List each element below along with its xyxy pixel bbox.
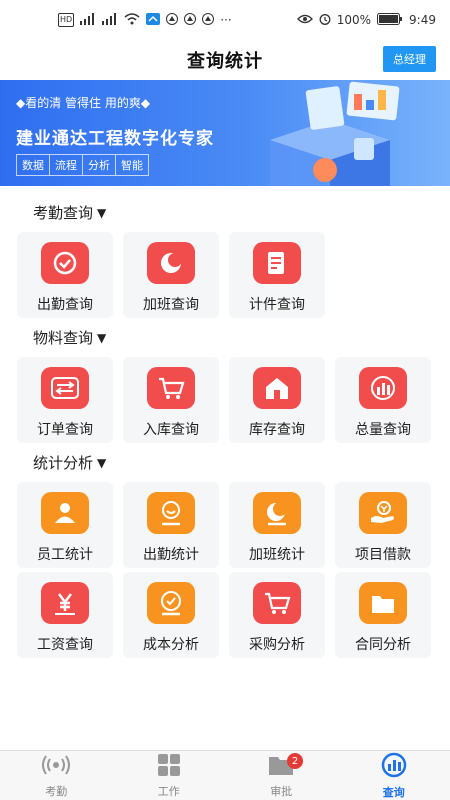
tile-label: 出勤统计 <box>143 547 199 563</box>
smile-person-icon <box>147 492 195 534</box>
app-notify-icon <box>202 13 215 27</box>
money-hand-icon <box>359 492 407 534</box>
tile-label: 加班统计 <box>249 547 305 563</box>
status-bar: HD ··· 100% 9:49 <box>0 0 450 40</box>
caret-down-icon: ▼ <box>97 330 107 345</box>
banner-tag: 分析 <box>83 155 116 175</box>
signal-4g-icon <box>102 13 118 27</box>
tab-label: 工作 <box>157 784 180 798</box>
check-circle-icon <box>147 582 195 624</box>
banner-headline: 建业通达工程数字化专家 <box>16 129 214 149</box>
section-attendance-title[interactable]: 考勤查询 ▼ <box>33 202 106 223</box>
app-header: 查询统计 总经理 <box>0 40 450 80</box>
section-stats-title[interactable]: 统计分析 ▼ <box>33 452 106 473</box>
cart-icon <box>147 367 195 409</box>
tile-inbound-query[interactable]: 入库查询 <box>123 357 219 443</box>
tab-work[interactable]: 工作 <box>113 751 226 800</box>
status-left: HD ··· <box>58 13 232 27</box>
tile-label: 出勤查询 <box>37 297 93 313</box>
banner-illustration <box>270 81 400 186</box>
bar-chart-icon <box>359 367 407 409</box>
warehouse-icon <box>253 367 301 409</box>
tile-label: 项目借款 <box>355 547 411 563</box>
section-title-text: 统计分析 <box>33 454 94 472</box>
broadcast-icon <box>42 753 71 781</box>
status-right: 100% 9:49 <box>296 13 436 27</box>
banner-tag: 流程 <box>50 155 83 175</box>
tile-label: 员工统计 <box>37 547 93 563</box>
bar-chart-circle-icon <box>380 752 408 782</box>
tile-label: 成本分析 <box>143 637 199 653</box>
tab-label: 考勤 <box>45 784 68 798</box>
battery-percent: 100% <box>336 13 372 27</box>
notification-badge: 2 <box>287 753 303 769</box>
alarm-icon <box>319 13 331 27</box>
tile-purchase-analysis[interactable]: 采购分析 <box>229 572 325 658</box>
banner-tag: 智能 <box>121 159 143 172</box>
tile-label: 计件查询 <box>249 297 305 313</box>
tile-attendance-stats[interactable]: 出勤统计 <box>123 482 219 568</box>
tile-label: 入库查询 <box>143 422 199 438</box>
check-circle-icon <box>41 242 89 284</box>
section-material-title[interactable]: 物料查询 ▼ <box>33 327 106 348</box>
tile-label: 库存查询 <box>249 422 305 438</box>
grid-icon <box>156 753 182 781</box>
hd-icon: HD <box>58 13 75 27</box>
tile-order-query[interactable]: 订单查询 <box>17 357 113 443</box>
tile-contract-analysis[interactable]: 合同分析 <box>335 572 431 658</box>
tile-piecework-query[interactable]: 计件查询 <box>229 232 325 318</box>
tab-label: 审批 <box>270 784 293 798</box>
tile-label: 总量查询 <box>355 422 411 438</box>
tile-label: 工资查询 <box>37 637 93 653</box>
section-title-text: 考勤查询 <box>33 204 94 222</box>
tile-label: 订单查询 <box>37 422 93 438</box>
app-notify-icon <box>166 13 179 27</box>
folder-icon <box>359 582 407 624</box>
tile-label: 合同分析 <box>355 637 411 653</box>
tab-approval[interactable]: 2 审批 <box>225 751 338 800</box>
moon-icon <box>253 492 301 534</box>
banner-slogan: ◆看的清 管得住 用的爽◆ <box>16 96 151 110</box>
tile-label: 采购分析 <box>249 637 305 653</box>
tile-overtime-query[interactable]: 加班查询 <box>123 232 219 318</box>
signal-5g-icon <box>80 13 96 27</box>
cart-icon <box>253 582 301 624</box>
caret-down-icon: ▼ <box>97 455 107 470</box>
more-icon: ··· <box>220 13 232 27</box>
document-edit-icon <box>253 242 301 284</box>
tab-query[interactable]: 查询 <box>338 751 450 800</box>
tile-cost-analysis[interactable]: 成本分析 <box>123 572 219 658</box>
tab-label: 查询 <box>382 785 405 799</box>
tile-employee-stats[interactable]: 员工统计 <box>17 482 113 568</box>
bottom-tab-bar: 考勤 工作 2 审批 查询 <box>0 750 450 800</box>
yen-icon <box>41 582 89 624</box>
section-title-text: 物料查询 <box>33 329 94 347</box>
battery-icon <box>377 13 403 27</box>
tile-attendance-query[interactable]: 出勤查询 <box>17 232 113 318</box>
wifi-icon <box>124 13 140 27</box>
clock: 9:49 <box>409 13 436 27</box>
tile-project-loan[interactable]: 项目借款 <box>335 482 431 568</box>
app-notify-icon <box>146 13 161 27</box>
tile-label: 加班查询 <box>143 297 199 313</box>
banner-tags: 数据 流程 分析 智能 <box>16 154 149 176</box>
eye-icon <box>296 13 313 27</box>
tile-stock-query[interactable]: 库存查询 <box>229 357 325 443</box>
tab-attendance[interactable]: 考勤 <box>0 751 113 800</box>
transfer-arrows-icon <box>41 367 89 409</box>
caret-down-icon: ▼ <box>97 205 107 220</box>
tile-salary-query[interactable]: 工资查询 <box>17 572 113 658</box>
banner-tag: 数据 <box>17 155 50 175</box>
person-icon <box>41 492 89 534</box>
tile-total-query[interactable]: 总量查询 <box>335 357 431 443</box>
role-button[interactable]: 总经理 <box>383 46 436 72</box>
moon-icon <box>147 242 195 284</box>
page-title: 查询统计 <box>187 51 263 72</box>
tile-overtime-stats[interactable]: 加班统计 <box>229 482 325 568</box>
promo-banner[interactable]: ◆看的清 管得住 用的爽◆ 建业通达工程数字化专家 数据 流程 分析 智能 <box>0 80 450 186</box>
app-notify-icon <box>184 13 197 27</box>
